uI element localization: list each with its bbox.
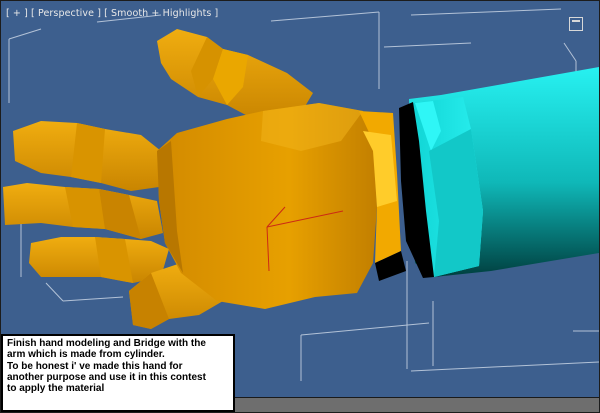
hand-mesh[interactable] [3, 29, 406, 329]
maximize-icon[interactable] [569, 17, 583, 31]
arm-cylinder[interactable] [399, 67, 599, 278]
caption-line: another purpose and use it in this conte… [7, 371, 206, 383]
caption-box: Finish hand modeling and Bridge with the… [1, 334, 235, 412]
max-viewport-window: [ + ] [ Perspective ] [ Smooth + Highlig… [0, 0, 600, 413]
caption-line: arm which is made from cylinder. [7, 349, 165, 361]
caption-line: Finish hand modeling and Bridge with the [7, 338, 206, 349]
caption-line: To be honest i' ve made this hand for [7, 360, 183, 372]
viewport-label[interactable]: [ + ] [ Perspective ] [ Smooth + Highlig… [6, 8, 218, 19]
caption-line: to apply the material [7, 383, 105, 395]
